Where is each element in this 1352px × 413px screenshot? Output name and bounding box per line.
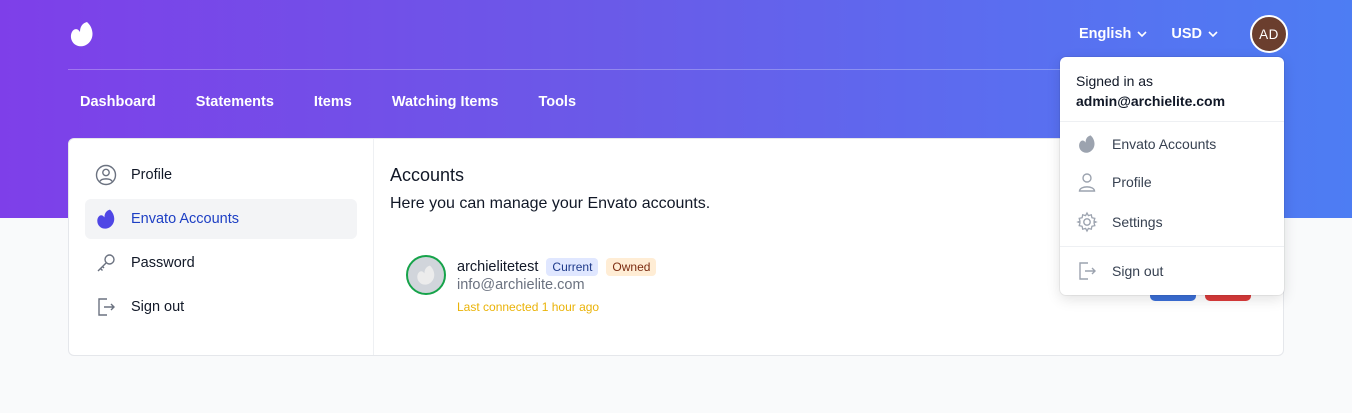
sign-out-icon	[1076, 260, 1098, 282]
menu-item-label: Envato Accounts	[1112, 136, 1217, 152]
menu-item-envato-accounts[interactable]: Envato Accounts	[1076, 129, 1268, 159]
envato-leaf-icon	[1076, 133, 1098, 155]
sidebar-item-profile[interactable]: Profile	[85, 155, 357, 195]
envato-logo-icon[interactable]	[68, 20, 96, 48]
account-avatar	[406, 255, 446, 295]
menu-item-label: Sign out	[1112, 263, 1164, 279]
page-title: Accounts	[390, 165, 465, 185]
nav-items[interactable]: Items	[314, 94, 352, 110]
user-icon	[1076, 171, 1098, 193]
language-label: English	[1079, 26, 1132, 42]
current-badge: Current	[546, 258, 599, 276]
sidebar-item-password[interactable]: Password	[85, 243, 357, 283]
signed-in-email: admin@archielite.com	[1076, 93, 1226, 109]
user-circle-icon	[95, 164, 117, 186]
menu-item-settings[interactable]: Settings	[1076, 207, 1268, 237]
account-row: archielitetest Current Owned	[457, 258, 657, 276]
sidebar-item-sign-out[interactable]: Sign out	[85, 287, 357, 327]
sidebar-item-label: Envato Accounts	[131, 211, 240, 227]
chevron-down-icon	[1137, 30, 1147, 37]
nav-watching-items[interactable]: Watching Items	[392, 94, 499, 110]
user-menu-dropdown: Signed in as admin@archielite.com Envato…	[1060, 57, 1284, 295]
key-icon	[95, 252, 117, 274]
sidebar-item-label: Sign out	[131, 299, 185, 315]
nav-tools[interactable]: Tools	[538, 94, 576, 110]
currency-label: USD	[1171, 26, 1202, 42]
account-name: archielitetest	[457, 259, 539, 275]
user-avatar[interactable]: AD	[1250, 15, 1288, 53]
account-email: info@archielite.com	[457, 277, 585, 293]
page-subtitle: Here you can manage your Envato accounts…	[390, 195, 711, 212]
settings-sidebar: Profile Envato Accounts Password Sign ou…	[69, 139, 374, 355]
signed-in-info: Signed in as admin@archielite.com	[1076, 71, 1225, 111]
main-nav: Dashboard Statements Items Watching Item…	[80, 94, 616, 110]
sidebar-item-label: Profile	[131, 167, 173, 183]
menu-divider	[1060, 246, 1284, 247]
owned-badge: Owned	[606, 258, 657, 276]
sign-out-icon	[95, 296, 117, 318]
envato-leaf-icon	[95, 208, 117, 230]
envato-leaf-icon	[417, 265, 435, 285]
menu-item-profile[interactable]: Profile	[1076, 167, 1268, 197]
sidebar-item-label: Password	[131, 255, 195, 271]
menu-item-sign-out[interactable]: Sign out	[1076, 256, 1268, 286]
header-controls: English USD AD	[1079, 15, 1288, 53]
chevron-down-icon	[1208, 30, 1218, 37]
language-select[interactable]: English	[1079, 26, 1147, 42]
nav-statements[interactable]: Statements	[196, 94, 274, 110]
menu-divider	[1060, 121, 1284, 122]
sidebar-item-envato-accounts[interactable]: Envato Accounts	[85, 199, 357, 239]
signed-in-label: Signed in as	[1076, 73, 1154, 89]
nav-dashboard[interactable]: Dashboard	[80, 94, 156, 110]
menu-item-label: Settings	[1112, 214, 1163, 230]
gear-icon	[1076, 211, 1098, 233]
currency-select[interactable]: USD	[1171, 26, 1218, 42]
last-connected: Last connected 1 hour ago	[457, 300, 600, 314]
menu-item-label: Profile	[1112, 174, 1152, 190]
